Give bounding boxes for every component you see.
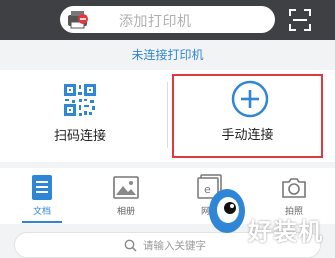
watermark-text: 好装机 [248,218,323,246]
scan-connect-label: 扫码连接 [53,129,106,144]
connection-status: 未连接打印机 [0,40,335,70]
manual-connect-button[interactable]: 手动连接 [172,74,323,158]
divider [167,82,168,148]
tab-label: 文档 [32,207,51,217]
watermark-eye-icon [209,189,245,233]
plus-circle-icon [231,80,269,118]
add-printer-label: 添加打印机 [119,14,192,30]
search-placeholder: 请输入关键字 [143,240,206,252]
manual-connect-label: 手动连接 [221,128,274,143]
document-icon [32,175,52,200]
tab-label: 相册 [116,207,135,217]
tab-document[interactable]: 文档 [0,168,84,224]
top-bar: 添加打印机 [0,0,335,40]
scan-frame-icon[interactable] [289,9,311,31]
image-icon [113,176,139,199]
connect-panel: 扫码连接 手动连接 [0,70,335,162]
search-icon [124,239,137,252]
add-printer-button[interactable]: 添加打印机 [60,6,275,33]
active-tab-indicator [22,221,62,223]
watermark-logo: 好装机 [206,172,334,258]
tab-album[interactable]: 相册 [84,168,168,224]
printer-icon [68,11,88,29]
scan-connect-button[interactable]: 扫码连接 [0,70,167,162]
qr-code-icon [64,84,96,116]
